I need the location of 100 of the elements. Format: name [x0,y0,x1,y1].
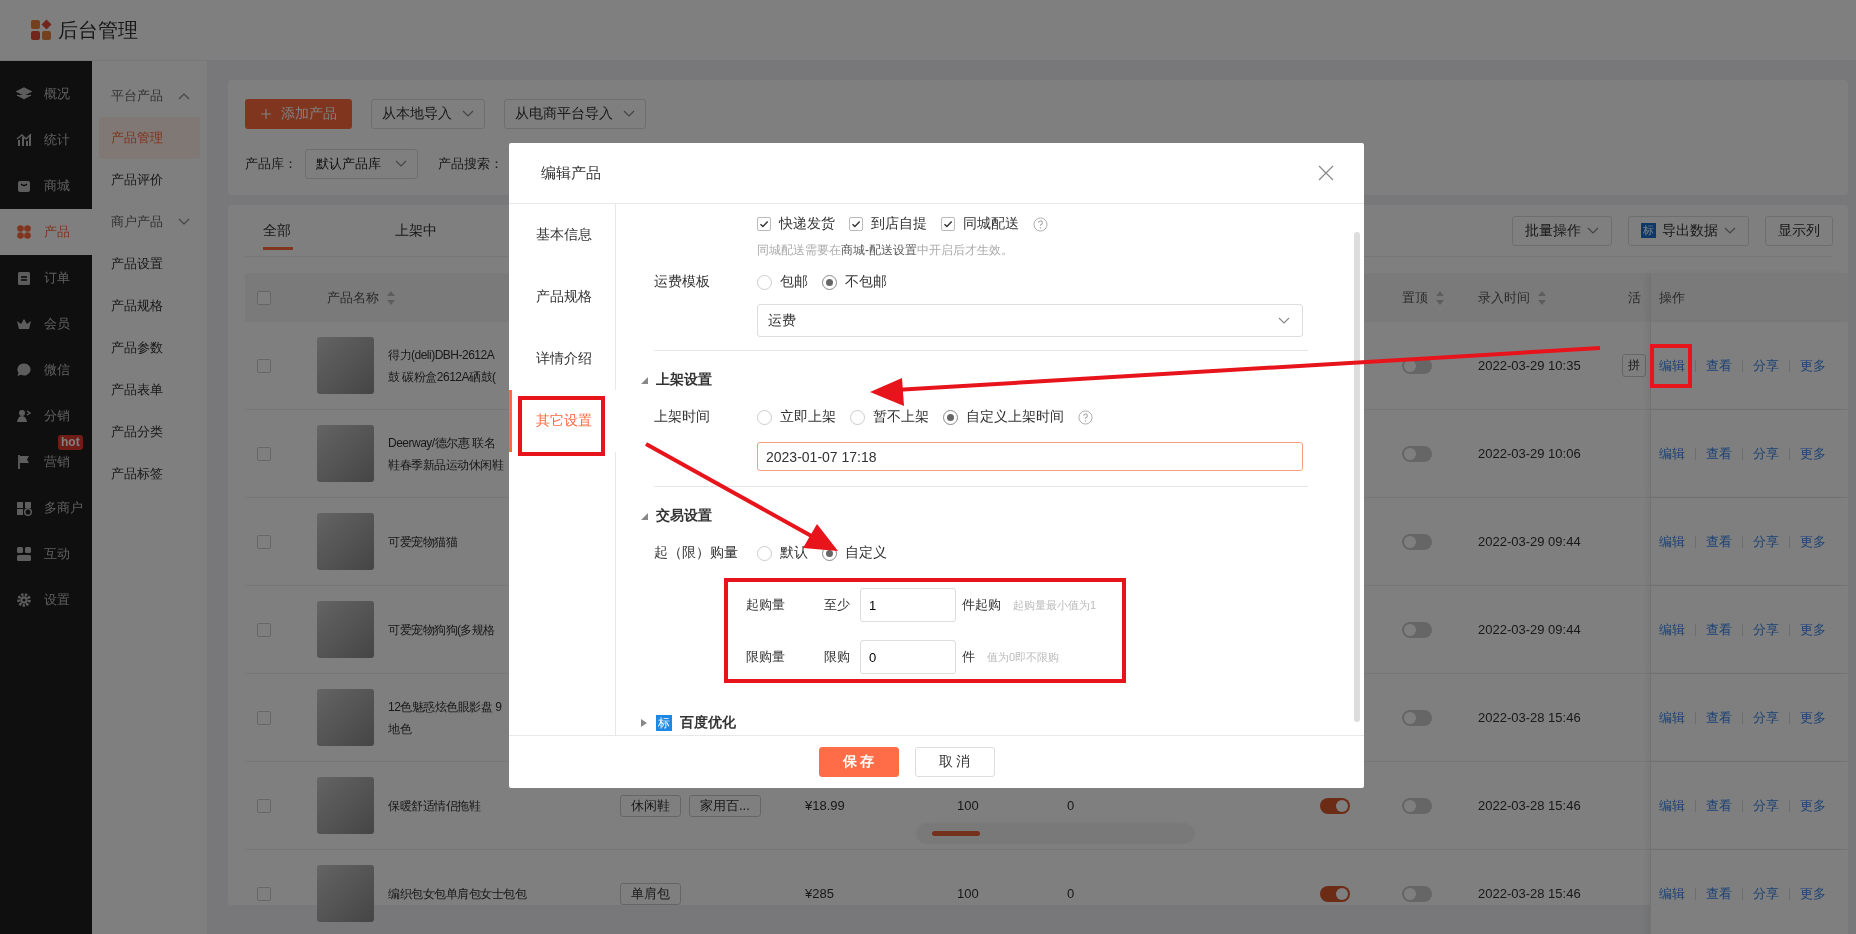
row-action-link[interactable]: 查看 [1696,799,1743,812]
nav-item[interactable]: 互动 [0,531,92,577]
pin-toggle[interactable] [1402,621,1432,638]
on-sale-toggle[interactable] [1320,797,1350,814]
row-checkbox[interactable] [257,622,271,637]
row-checkbox[interactable] [257,798,271,813]
row-action-link[interactable]: 编辑 [1659,535,1696,548]
radio-button[interactable] [757,274,772,290]
vertical-scrollbar[interactable] [1354,232,1360,722]
radio-button[interactable] [757,409,772,425]
select-all-checkbox[interactable] [257,290,271,305]
add-product-button[interactable]: 添加产品 [245,99,352,129]
nav-item[interactable]: 概况 [0,71,92,117]
row-checkbox[interactable] [257,886,271,901]
shipping-template-select[interactable]: 运费 [757,304,1303,337]
row-action-link[interactable]: 分享 [1743,623,1790,636]
list-tab[interactable]: 上架中 [377,205,509,256]
expand-triangle-icon[interactable] [640,719,648,727]
radio-button[interactable] [943,409,958,425]
row-action-link[interactable]: 更多 [1790,447,1836,460]
row-action-link[interactable]: 编辑 [1659,623,1696,636]
batch-dropdown[interactable]: 批量操作 [1512,215,1612,246]
export-dropdown[interactable]: 标 导出数据 [1628,215,1749,246]
sub-nav-item[interactable]: 产品分类 [99,411,200,453]
pin-toggle[interactable] [1402,445,1432,462]
sub-nav-item[interactable]: 产品表单 [99,369,200,411]
checkbox[interactable] [849,217,863,231]
radio-button[interactable] [850,409,865,425]
row-action-link[interactable]: 查看 [1696,623,1743,636]
row-action-link[interactable]: 更多 [1790,887,1836,900]
row-action-link[interactable]: 编辑 [1659,447,1696,460]
close-icon[interactable] [1318,165,1334,181]
sort-icon[interactable] [1538,290,1546,305]
row-action-link[interactable]: 分享 [1743,799,1790,812]
row-checkbox[interactable] [257,446,271,461]
row-action-link[interactable]: 编辑 [1659,711,1696,724]
help-icon[interactable] [1033,216,1048,232]
row-checkbox[interactable] [257,534,271,549]
save-button[interactable]: 保 存 [818,747,899,777]
checkbox[interactable] [941,217,955,231]
nav-item[interactable]: 订单 [0,255,92,301]
row-action-link[interactable]: 查看 [1696,535,1743,548]
sub-nav-item[interactable]: 产品规格 [99,285,200,327]
nav-group[interactable]: 商户产品 [99,201,200,243]
row-action-link[interactable]: 更多 [1790,711,1836,724]
on-sale-toggle[interactable] [1320,885,1350,902]
nav-item[interactable]: 会员 [0,301,92,347]
row-action-link[interactable]: 查看 [1696,447,1743,460]
library-select[interactable]: 默认产品库 [305,149,418,179]
row-action-link[interactable]: 分享 [1743,359,1790,372]
row-checkbox[interactable] [257,358,271,373]
row-action-link[interactable]: 更多 [1790,623,1836,636]
nav-item[interactable]: 设置 [0,577,92,623]
row-action-link[interactable]: 更多 [1790,799,1836,812]
import-dropdown[interactable]: 从本地导入 [371,99,485,129]
sub-nav-item[interactable]: 产品标签 [99,453,200,495]
nav-item[interactable]: 多商户 [0,485,92,531]
help-icon[interactable] [1078,409,1093,425]
row-action-link[interactable]: 更多 [1790,535,1836,548]
horizontal-scrollbar[interactable] [918,825,1193,842]
import-dropdown[interactable]: 从电商平台导入 [504,99,646,129]
radio-button[interactable] [822,274,837,290]
sort-icon[interactable] [387,290,395,305]
row-action-link[interactable]: 查看 [1696,887,1743,900]
row-action-link[interactable]: 查看 [1696,359,1743,372]
columns-button[interactable]: 显示列 [1765,215,1833,246]
quantity-field[interactable]: 0 [860,640,956,674]
cancel-button[interactable]: 取 消 [914,747,995,777]
pin-toggle[interactable] [1402,709,1432,726]
sub-nav-item[interactable]: 产品参数 [99,327,200,369]
pin-toggle[interactable] [1402,797,1432,814]
nav-item[interactable]: 商城 [0,163,92,209]
sub-nav-item[interactable]: 产品评价 [99,159,200,201]
row-action-link[interactable]: 分享 [1743,887,1790,900]
listing-time-field[interactable]: 2023-01-07 17:18 [757,442,1303,471]
sub-nav-item[interactable]: 产品设置 [99,243,200,285]
row-action-link[interactable]: 编辑 [1659,359,1696,372]
nav-group[interactable]: 平台产品 [99,75,200,117]
pin-toggle[interactable] [1402,885,1432,902]
nav-item[interactable]: 产品 [0,209,92,255]
collapse-triangle-icon[interactable] [640,376,648,384]
list-tab[interactable]: 全部 [245,205,377,256]
row-action-link[interactable]: 更多 [1790,359,1836,372]
row-action-link[interactable]: 分享 [1743,535,1790,548]
radio-button[interactable] [757,545,772,561]
row-action-link[interactable]: 查看 [1696,711,1743,724]
sub-nav-item[interactable]: 产品管理 [99,117,200,159]
pin-toggle[interactable] [1402,533,1432,550]
row-action-link[interactable]: 分享 [1743,447,1790,460]
checkbox[interactable] [757,217,771,231]
row-action-link[interactable]: 分享 [1743,711,1790,724]
row-action-link[interactable]: 编辑 [1659,799,1696,812]
row-checkbox[interactable] [257,710,271,725]
activity-tag: 拼 [1622,354,1646,377]
sort-icon[interactable] [1436,290,1444,305]
row-action-link[interactable]: 编辑 [1659,887,1696,900]
quantity-field[interactable]: 1 [860,588,956,622]
nav-item[interactable]: 统计 [0,117,92,163]
collapse-triangle-icon[interactable] [640,512,648,520]
nav-item[interactable]: 微信 [0,347,92,393]
